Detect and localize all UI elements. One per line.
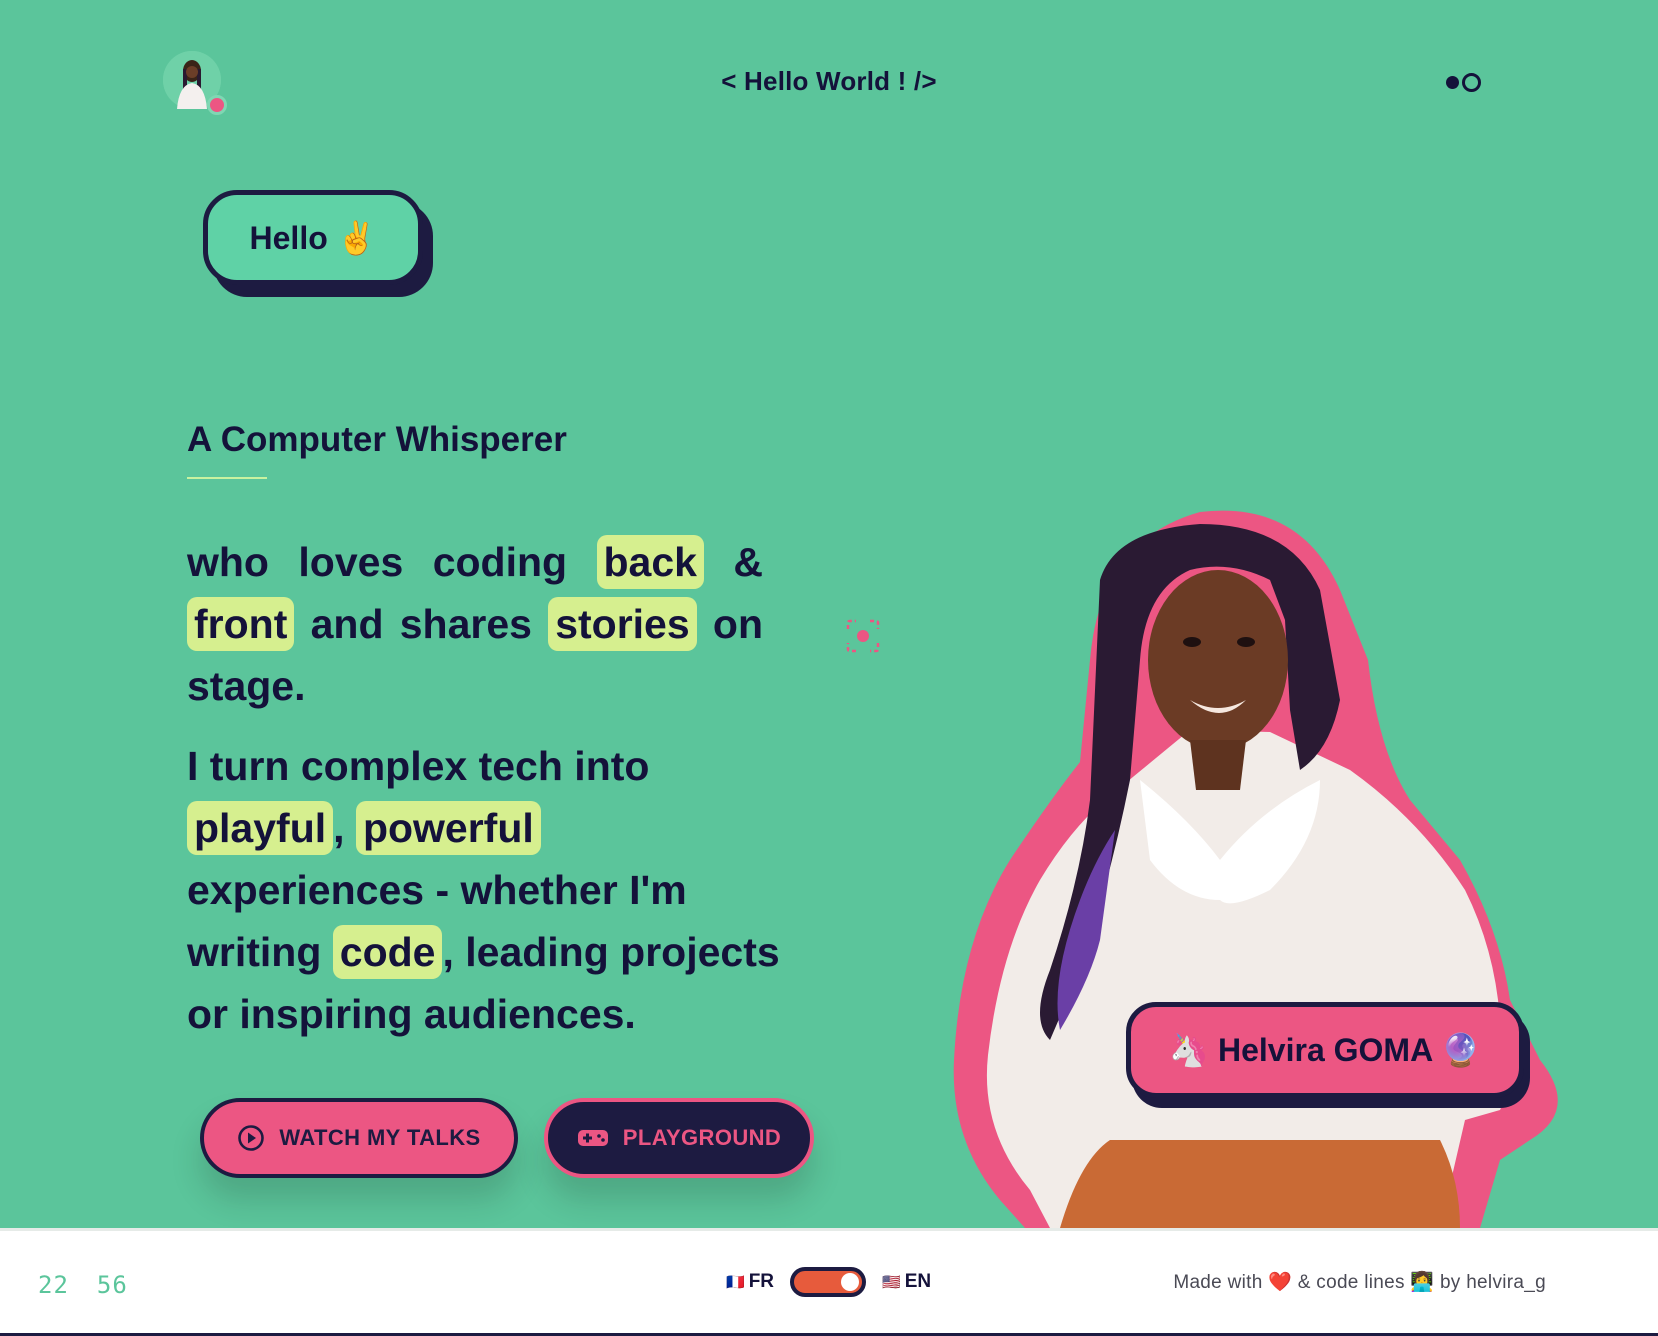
theme-toggle[interactable]: [1446, 73, 1481, 92]
highlight-stories: stories: [548, 597, 697, 651]
hero-section: < Hello World ! /> Hello ✌️ A Computer W…: [0, 0, 1658, 1228]
intro-text: who loves coding: [187, 539, 597, 585]
language-switcher: 🇫🇷 FR 🇺🇸 EN: [726, 1267, 931, 1297]
play-circle-icon: [238, 1125, 265, 1151]
watch-talks-button[interactable]: WATCH MY TALKS: [200, 1098, 518, 1178]
footer: 22 56 🇫🇷 FR 🇺🇸 EN Made with ❤️ & code lines…: [0, 1228, 1658, 1336]
hero-subtitle: A Computer Whisperer: [187, 420, 567, 459]
watch-talks-label: WATCH MY TALKS: [279, 1125, 481, 1150]
intro-text: &: [703, 539, 763, 585]
footer-credits: Made with ❤️ & code lines 👩‍💻 by helvira…: [1173, 1272, 1546, 1293]
focus-target-icon[interactable]: [845, 618, 881, 654]
highlight-playful: playful: [187, 801, 334, 855]
highlight-code: code: [332, 925, 443, 979]
lang-en-label: EN: [904, 1271, 932, 1292]
site-title: < Hello World ! />: [721, 66, 937, 96]
gamepad-icon: [577, 1130, 608, 1146]
highlight-powerful: powerful: [355, 801, 541, 855]
clock: 22 56: [38, 1271, 128, 1299]
highlight-front: front: [187, 597, 295, 651]
toggle-knob: [841, 1273, 860, 1291]
language-toggle[interactable]: [790, 1267, 867, 1297]
intro-text: and shares: [294, 601, 549, 647]
playground-label: PLAYGROUND: [622, 1125, 782, 1150]
clock-minutes: 56: [96, 1271, 128, 1299]
dark-mode-icon: [1446, 76, 1459, 89]
mission-text: I turn complex tech into: [187, 743, 650, 789]
subtitle-underline: [187, 477, 267, 479]
intro-paragraph: who loves coding back & front and shares…: [187, 531, 763, 717]
status-dot: [207, 95, 227, 115]
hello-badge: Hello ✌️: [203, 190, 423, 285]
flag-fr-icon: 🇫🇷: [726, 1274, 745, 1291]
lang-en-option[interactable]: 🇺🇸 EN: [882, 1271, 931, 1293]
mission-text: ,: [333, 805, 356, 851]
light-mode-icon: [1462, 73, 1481, 92]
lang-fr-option[interactable]: 🇫🇷 FR: [726, 1271, 774, 1293]
flag-en-icon: 🇺🇸: [882, 1274, 901, 1291]
playground-button[interactable]: PLAYGROUND: [544, 1098, 814, 1178]
clock-hours: 22: [38, 1271, 69, 1299]
portrait-photo: [953, 510, 1558, 1228]
mission-paragraph: I turn complex tech into playful, powerf…: [187, 735, 787, 1045]
name-badge: 🦄 Helvira GOMA 🔮: [1126, 1002, 1524, 1098]
lang-fr-label: FR: [748, 1271, 775, 1292]
highlight-back: back: [596, 535, 704, 589]
